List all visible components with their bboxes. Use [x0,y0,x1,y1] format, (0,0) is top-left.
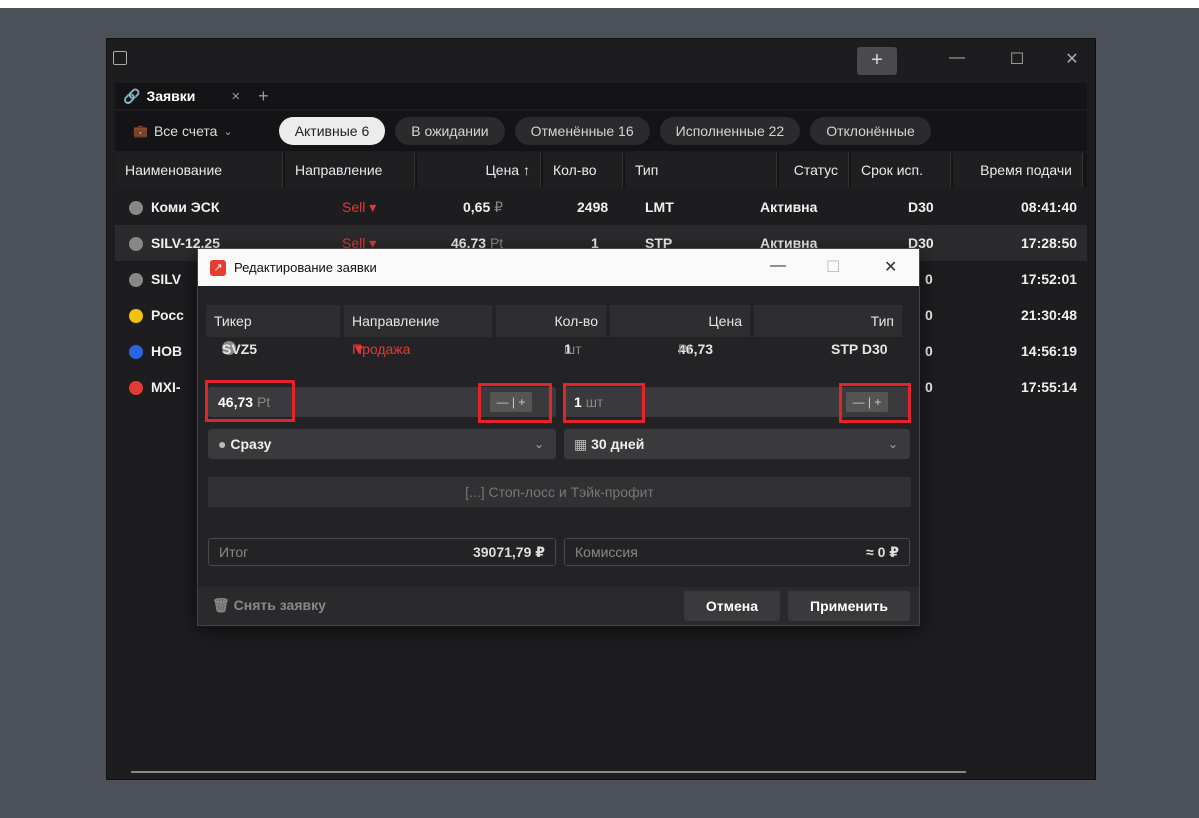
table-row[interactable]: Коми ЭСК Sell ▾ 0,65 ₽ 2498 LMT Активна … [115,189,1087,225]
new-window-button[interactable]: + [857,47,897,75]
row-time: 21:30:48 [1021,307,1078,323]
filter-pending[interactable]: В ожидании [395,117,505,145]
highlight-qty [563,383,645,423]
row-time: 14:56:19 [1021,343,1078,359]
link-icon: 🔗 [123,87,141,104]
trash-icon: 🗑 [212,597,230,613]
ticker: SVZ5 [222,341,258,357]
table-header: Наименование Направление Цена ↑ Кол-во Т… [115,153,1087,187]
account-label: Все счета [153,123,218,139]
dialog-footer: 🗑 Снять заявку Отмена Применить [198,587,919,625]
tab-close-icon[interactable]: × [231,88,240,105]
row-status: Активна [760,199,818,215]
tab-bar: 🔗 Заявки × + [115,83,1087,109]
chevron-down-icon: ⌄ [533,437,544,451]
close-icon[interactable]: ✕ [884,257,897,277]
total-label: Итог [219,544,249,560]
row-name: SILV [151,270,182,287]
app-logo-icon: ↗ [210,259,226,276]
col-name[interactable]: Наименование [115,153,283,187]
row-type: LMT [645,199,674,215]
dialog-title-bar: ↗ Редактирование заявки — ☐ ✕ [198,249,919,286]
row-name: НОВ [151,342,183,359]
stoploss-takeprofit-button[interactable]: [...] Стоп-лосс и Тэйк-профит [208,477,911,507]
col-type[interactable]: Тип [625,153,777,187]
ticker-icon [129,273,143,288]
briefcase-icon: 💼 [133,124,148,138]
dcol-type: Тип [754,305,902,337]
duration-select[interactable]: ▦ 30 дней ⌄ [564,429,910,459]
dialog-order-row: SVZ5 ▼ Продажа 1 шт 46,73 Pt STP D30 [222,341,888,357]
tab-orders[interactable]: 🔗 Заявки × [115,83,249,109]
calendar-icon: ▦ [574,436,592,452]
filter-bar: 💼 Все счета ⌄ Активные 6 В ожидании Отме… [115,111,1087,151]
cancel-order-button[interactable]: 🗑 Снять заявку [212,597,326,614]
horizontal-scrollbar[interactable] [131,771,966,773]
maximize-icon[interactable]: ☐ [826,257,840,277]
highlight-price-stepper [478,383,552,423]
cancel-button[interactable]: Отмена [684,591,780,621]
row-price: 0,65 ₽ [463,198,504,215]
chevron-down-icon: ⌄ [887,437,898,451]
close-icon[interactable]: ✕ [1057,49,1087,69]
tab-label: Заявки [146,88,196,104]
col-direction[interactable]: Направление [285,153,415,187]
row-term: 0 [925,271,933,287]
row-direction: Sell ▾ [342,198,377,215]
type-value: STP D30 [831,341,888,357]
dialog-table-header: Тикер Направление Кол-во Цена Тип [206,305,910,337]
dcol-ticker: Тикер [206,305,340,337]
col-time[interactable]: Время подачи [953,153,1083,187]
apply-button[interactable]: Применить [788,591,910,621]
highlight-price [205,380,295,422]
row-time: 17:28:50 [1021,235,1078,251]
title-bar: + — ☐ ✕ [107,39,1095,83]
ticker-icon [129,201,143,216]
col-qty[interactable]: Кол-во [543,153,623,187]
exec-mode-select[interactable]: ● Сразу ⌄ [208,429,556,459]
col-price[interactable]: Цена ↑ [417,153,541,187]
dialog-title: Редактирование заявки [234,260,377,275]
row-name: Росс [151,306,184,323]
ticker-icon [129,381,143,396]
row-time: 17:55:14 [1021,379,1078,395]
row-qty: 2498 [577,199,609,215]
row-term: 0 [925,307,933,323]
row-term: 0 [925,343,933,359]
filter-executed[interactable]: Исполненные 22 [659,117,801,145]
filter-cancelled[interactable]: Отменённые 16 [514,117,650,145]
row-time: 08:41:40 [1021,199,1078,215]
account-selector[interactable]: 💼 Все счета ⌄ [125,119,241,143]
minimize-icon[interactable]: — [770,257,786,275]
page-top-strip [0,0,1199,8]
col-term[interactable]: Срок исп. [851,153,951,187]
ticker-icon [129,345,143,360]
dcol-qty: Кол-во [496,305,606,337]
add-tab-icon[interactable]: + [258,86,269,107]
total-box: Итог 39071,79 ₽ [208,538,556,566]
edit-order-dialog: ↗ Редактирование заявки — ☐ ✕ Тикер Напр… [197,248,920,626]
commission-value: ≈ 0 ₽ [866,544,899,560]
maximize-icon[interactable]: ☐ [1002,49,1032,69]
window-icon [113,51,127,65]
row-term: D30 [908,199,934,215]
row-term: 0 [925,379,933,395]
commission-label: Комиссия [575,544,638,560]
filter-rejected[interactable]: Отклонённые [810,117,931,145]
commission-box: Комиссия ≈ 0 ₽ [564,538,910,566]
chevron-down-icon: ⌄ [223,125,233,138]
ticker-icon [129,237,143,252]
total-value: 39071,79 ₽ [472,544,545,560]
highlight-qty-stepper [839,383,911,423]
dcol-direction: Направление [344,305,492,337]
clock-icon: ● [218,436,231,452]
ticker-icon [129,309,143,324]
row-name: Коми ЭСК [151,198,220,215]
dcol-price: Цена [610,305,750,337]
row-time: 17:52:01 [1021,271,1078,287]
row-name: MXI- [151,378,181,395]
minimize-icon[interactable]: — [942,49,972,67]
col-status[interactable]: Статус [779,153,849,187]
filter-active[interactable]: Активные 6 [278,117,386,145]
